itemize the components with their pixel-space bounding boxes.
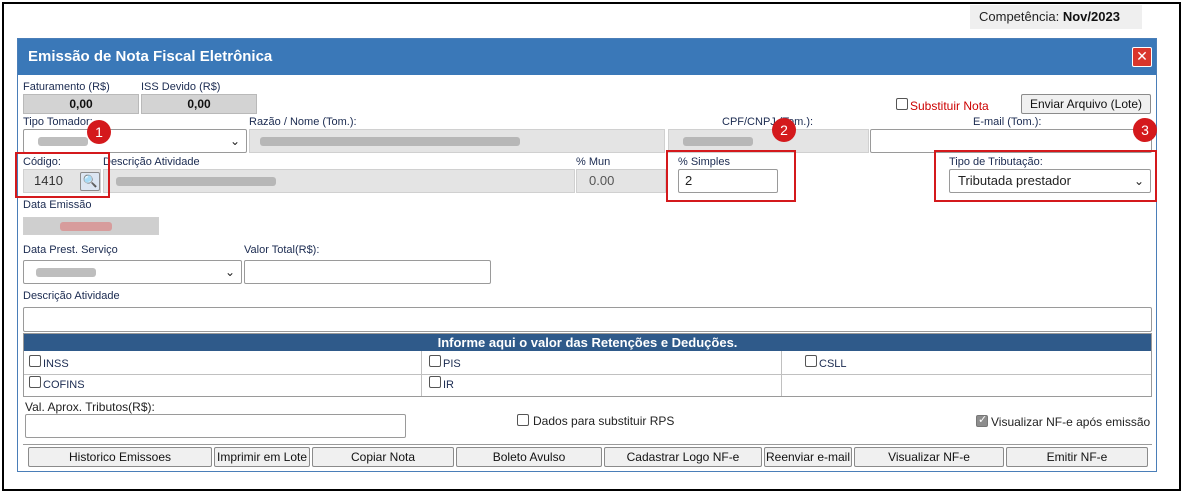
- cofins-label: COFINS: [43, 379, 85, 391]
- cofins-checkbox[interactable]: [29, 376, 41, 388]
- reenviar-email-button[interactable]: Reenviar e-mail: [764, 447, 852, 467]
- dados-rps-label: Dados para substituir RPS: [533, 414, 675, 428]
- cpf-cnpj-redacted: [683, 137, 753, 146]
- annotation-badge-1: 1: [87, 120, 111, 144]
- visualizar-apos-label: Visualizar NF-e após emissão: [991, 415, 1151, 429]
- iss-label: ISS Devido (R$): [141, 81, 221, 93]
- substituir-nota-checkbox[interactable]: [896, 98, 908, 110]
- enviar-arquivo-lote-button[interactable]: Enviar Arquivo (Lote): [1021, 94, 1151, 114]
- annotation-box-2: [666, 150, 796, 202]
- descricao-atividade-label: Descrição Atividade: [103, 156, 200, 168]
- imprimir-lote-button[interactable]: Imprimir em Lote: [214, 447, 310, 467]
- data-emissao-label: Data Emissão: [23, 199, 92, 211]
- competencia-label: Competência:: [979, 9, 1060, 24]
- boleto-avulso-button[interactable]: Boleto Avulso: [456, 447, 602, 467]
- descricao-atividade-field[interactable]: [103, 169, 575, 193]
- pis-checkbox[interactable]: [429, 355, 441, 367]
- razao-nome-label: Razão / Nome (Tom.):: [249, 116, 357, 128]
- tipo-tomador-label: Tipo Tomador:: [23, 116, 93, 128]
- email-label: E-mail (Tom.):: [973, 116, 1042, 128]
- substituir-nota-label: Substituir Nota: [910, 99, 989, 113]
- iss-value: 0,00: [141, 94, 257, 114]
- inss-label: INSS: [43, 358, 69, 370]
- competencia-indicator: Competência: Nov/2023: [970, 5, 1142, 29]
- razao-nome-redacted: [260, 137, 520, 146]
- val-aprox-input[interactable]: [25, 414, 406, 438]
- faturamento-label: Faturamento (R$): [23, 81, 110, 93]
- data-prest-redacted: [36, 268, 96, 277]
- faturamento-value: 0,00: [23, 94, 139, 114]
- visualizar-apos-checkbox[interactable]: [976, 413, 988, 427]
- dialog-title: Emissão de Nota Fiscal Eletrônica: [28, 48, 273, 65]
- annotation-badge-3: 3: [1133, 118, 1157, 142]
- emitir-nfe-button[interactable]: Emitir NF-e: [1006, 447, 1148, 467]
- annotation-box-1: [15, 152, 110, 198]
- inss-checkbox[interactable]: [29, 355, 41, 367]
- csll-label: CSLL: [819, 358, 847, 370]
- val-aprox-label: Val. Aprox. Tributos(R$):: [25, 400, 155, 414]
- competencia-value: Nov/2023: [1062, 9, 1120, 24]
- razao-nome-field[interactable]: [249, 129, 665, 153]
- annotation-box-3: [934, 150, 1157, 202]
- dados-rps-checkbox[interactable]: [517, 414, 529, 426]
- descricao-atividade-textarea[interactable]: [23, 307, 1152, 332]
- close-icon[interactable]: ✕: [1132, 47, 1152, 67]
- descricao-textarea-label: Descrição Atividade: [23, 290, 120, 302]
- pct-mun-field[interactable]: 0.00: [576, 169, 666, 193]
- cadastrar-logo-button[interactable]: Cadastrar Logo NF-e: [604, 447, 762, 467]
- tipo-tomador-select[interactable]: ⌄: [23, 129, 247, 153]
- actions-divider: [23, 444, 1152, 445]
- data-prest-select[interactable]: ⌄: [23, 260, 242, 284]
- valor-total-label: Valor Total(R$):: [244, 244, 320, 256]
- chevron-down-icon: ⌄: [224, 265, 235, 279]
- retencoes-table: Informe aqui o valor das Retenções e Ded…: [23, 333, 1152, 397]
- annotation-badge-2: 2: [772, 118, 796, 142]
- data-emissao-redacted: [60, 222, 112, 231]
- descricao-atividade-redacted: [116, 177, 276, 186]
- cpf-cnpj-label: CPF/CNPJ (Tom.):: [722, 116, 814, 128]
- dialog-title-bar: Emissão de Nota Fiscal Eletrônica: [18, 39, 1156, 75]
- retencoes-header: Informe aqui o valor das Retenções e Ded…: [24, 334, 1151, 351]
- data-emissao-field: [23, 217, 159, 235]
- pis-label: PIS: [443, 358, 461, 370]
- valor-total-input[interactable]: [244, 260, 491, 284]
- ir-checkbox[interactable]: [429, 376, 441, 388]
- csll-checkbox[interactable]: [805, 355, 817, 367]
- visualizar-nfe-button[interactable]: Visualizar NF-e: [854, 447, 1004, 467]
- chevron-down-icon: ⌄: [229, 134, 240, 148]
- copiar-nota-button[interactable]: Copiar Nota: [312, 447, 454, 467]
- nfe-dialog: Emissão de Nota Fiscal Eletrônica ✕ Fatu…: [17, 38, 1157, 472]
- retencoes-row-divider: [24, 374, 1151, 375]
- tipo-tomador-redacted: [38, 137, 88, 146]
- data-prest-label: Data Prest. Serviço: [23, 244, 118, 256]
- historico-emissoes-button[interactable]: Historico Emissoes: [28, 447, 212, 467]
- ir-label: IR: [443, 379, 454, 391]
- pct-mun-label: % Mun: [576, 156, 611, 168]
